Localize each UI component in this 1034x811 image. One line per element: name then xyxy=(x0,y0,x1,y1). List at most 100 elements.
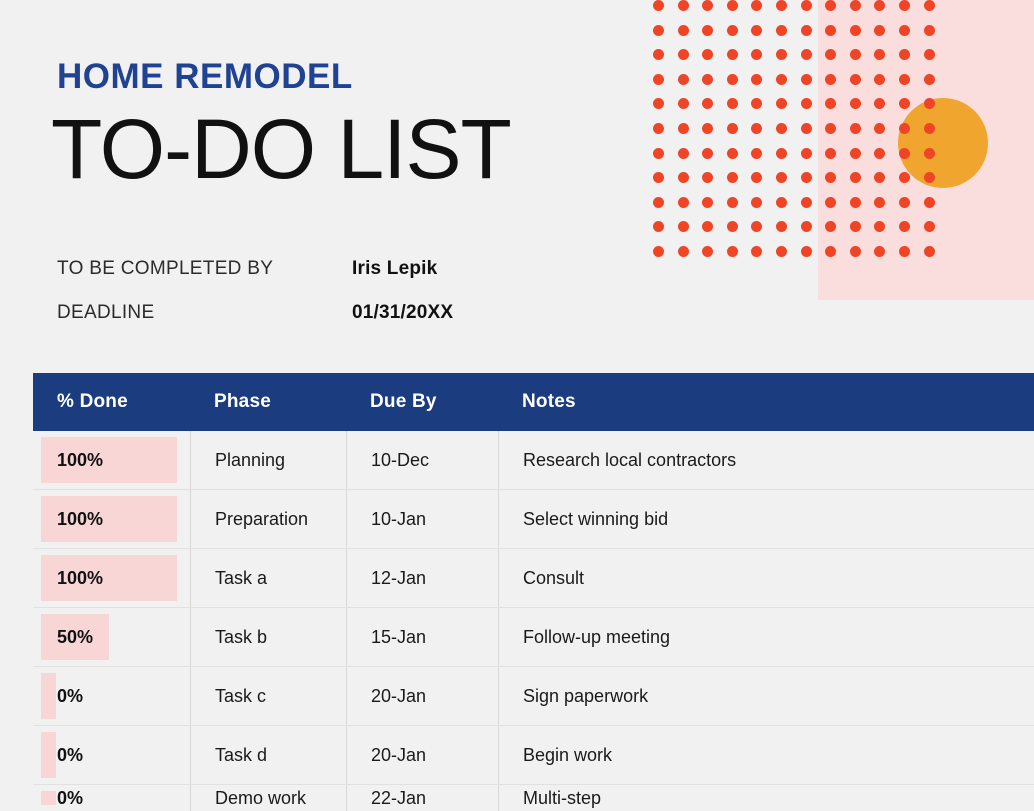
decorative-dot xyxy=(825,98,837,110)
cell-notes[interactable]: Begin work xyxy=(498,726,1034,784)
cell-notes[interactable]: Multi-step xyxy=(498,785,1034,811)
decorative-dot xyxy=(825,0,837,11)
cell-percent-done[interactable]: 50% xyxy=(33,608,190,666)
decorative-dot xyxy=(775,49,787,61)
decorative-dot xyxy=(726,98,738,110)
decorative-dot xyxy=(702,245,714,257)
decorative-dot xyxy=(653,73,664,85)
decorative-dot xyxy=(800,73,812,85)
cell-phase[interactable]: Task a xyxy=(190,549,346,607)
percent-label: 100% xyxy=(57,508,104,529)
assignee-value: Iris Lepik xyxy=(352,258,438,279)
decorative-dot xyxy=(726,122,738,134)
cell-percent-done[interactable]: 0% xyxy=(33,726,190,784)
cell-due-by[interactable]: 15-Jan xyxy=(346,608,498,666)
cell-phase[interactable]: Task c xyxy=(190,667,346,725)
percent-label: 0% xyxy=(57,787,84,808)
meta-row-deadline: DEADLINE 01/31/20XX xyxy=(57,302,617,346)
decorative-dot xyxy=(775,172,787,184)
decorative-dot xyxy=(825,147,837,159)
table-row[interactable]: 100% Preparation 10-Jan Select winning bid xyxy=(33,490,1034,549)
dot-row xyxy=(653,172,948,197)
table-row[interactable]: 100% Task a 12-Jan Consult xyxy=(33,549,1034,608)
cell-due-by[interactable]: 20-Jan xyxy=(346,667,498,725)
decorative-dot xyxy=(849,73,861,85)
table-row[interactable]: 100% Planning 10-Dec Research local contrac… xyxy=(33,431,1034,490)
table-row[interactable]: 0% Task c 20-Jan Sign paperwork xyxy=(33,667,1034,726)
dot-row xyxy=(653,196,948,222)
cell-notes[interactable]: Sign paperwork xyxy=(498,667,1034,725)
cell-percent-done[interactable]: 0% xyxy=(33,785,190,811)
dot-row xyxy=(653,49,948,74)
table-row[interactable]: 0% Task d 20-Jan Begin work xyxy=(33,726,1034,785)
decorative-dot xyxy=(898,147,910,159)
cell-phase[interactable]: Task d xyxy=(190,726,346,784)
decorative-dot xyxy=(751,196,763,208)
decorative-dot xyxy=(800,24,812,36)
decorative-dot xyxy=(677,98,689,110)
decorative-dot xyxy=(653,98,664,110)
cell-percent-done[interactable]: 100% xyxy=(33,549,190,607)
decorative-dot xyxy=(825,196,837,208)
cell-percent-done[interactable]: 100% xyxy=(33,431,190,489)
decorative-dot xyxy=(874,24,886,36)
decorative-dot xyxy=(653,24,664,36)
decorative-dot xyxy=(849,196,861,208)
decorative-dot xyxy=(726,147,738,159)
decorative-dot xyxy=(923,24,935,36)
decorative-dot xyxy=(923,221,935,233)
column-header-phase: Phase xyxy=(214,391,271,412)
percent-label: 0% xyxy=(57,685,84,706)
decorative-dot xyxy=(751,147,763,159)
decorative-dot xyxy=(923,49,935,61)
cell-percent-done[interactable]: 0% xyxy=(33,667,190,725)
cell-notes[interactable]: Research local contractors xyxy=(498,431,1034,489)
red-dot-grid xyxy=(653,0,948,271)
decorative-dot xyxy=(874,245,886,257)
cell-notes[interactable]: Consult xyxy=(498,549,1034,607)
decorative-dot xyxy=(751,98,763,110)
cell-due-by[interactable]: 12-Jan xyxy=(346,549,498,607)
decorative-dot xyxy=(800,122,812,134)
cell-notes[interactable]: Follow-up meeting xyxy=(498,608,1034,666)
table-row[interactable]: 0% Demo work 22-Jan Multi-step xyxy=(33,785,1034,811)
decorative-dot xyxy=(825,24,837,36)
cell-due-by[interactable]: 22-Jan xyxy=(346,785,498,811)
cell-phase[interactable]: Task b xyxy=(190,608,346,666)
cell-due-by[interactable]: 10-Jan xyxy=(346,490,498,548)
decorative-dot xyxy=(702,24,714,36)
table-row[interactable]: 50% Task b 15-Jan Follow-up meeting xyxy=(33,608,1034,667)
cell-percent-done[interactable]: 100% xyxy=(33,490,190,548)
cell-phase[interactable]: Planning xyxy=(190,431,346,489)
decorative-dot xyxy=(898,196,910,208)
decorative-dot xyxy=(849,245,861,257)
decorative-dot xyxy=(751,49,763,61)
cell-phase[interactable]: Demo work xyxy=(190,785,346,811)
decorative-dot xyxy=(751,172,763,184)
decorative-dot xyxy=(775,24,787,36)
meta-row-assignee: TO BE COMPLETED BY Iris Lepik xyxy=(57,258,617,302)
document-header: HOME REMODEL TO-DO LIST xyxy=(51,57,617,192)
cell-due-by[interactable]: 10-Dec xyxy=(346,431,498,489)
cell-phase[interactable]: Preparation xyxy=(190,490,346,548)
decorative-dot xyxy=(653,0,664,11)
cell-due-by[interactable]: 20-Jan xyxy=(346,726,498,784)
decorative-dot xyxy=(653,49,664,61)
decorative-dot xyxy=(677,24,689,36)
decorative-dot xyxy=(726,49,738,61)
decorative-dot xyxy=(898,172,910,184)
decorative-dot xyxy=(849,172,861,184)
decorative-dot xyxy=(677,49,689,61)
dot-row xyxy=(653,221,948,246)
decorative-dot xyxy=(775,221,787,233)
decorative-dot xyxy=(677,245,689,257)
decorative-dot xyxy=(849,0,861,11)
decorative-dot xyxy=(751,122,763,134)
dot-row xyxy=(653,73,948,99)
decorative-dot xyxy=(874,147,886,159)
decorative-dot xyxy=(800,49,812,61)
cell-notes[interactable]: Select winning bid xyxy=(498,490,1034,548)
dot-row xyxy=(653,122,948,148)
decorative-dot xyxy=(677,0,689,11)
decorative-dot xyxy=(874,172,886,184)
